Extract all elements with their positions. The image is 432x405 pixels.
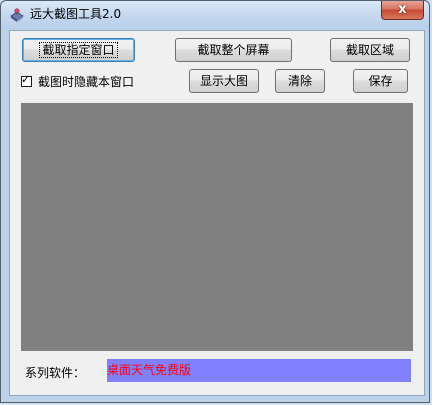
window-title: 远大截图工具2.0 (30, 7, 122, 21)
hide-window-checkbox[interactable]: ✓ (21, 72, 32, 87)
series-software-link[interactable]: 桌面天气免费版 (107, 359, 411, 382)
title-bar[interactable]: 远大截图工具2.0 x (1, 1, 429, 29)
capture-fullscreen-button[interactable]: 截取整个屏幕 (175, 38, 292, 62)
capture-fullscreen-label: 截取整个屏幕 (197, 43, 270, 57)
clear-button[interactable]: 清除 (275, 69, 325, 93)
client-area: 截取指定窗口 截取整个屏幕 截取区域 ✓ 截图时隐藏本窗口 显示大图 清除 保存… (9, 30, 425, 396)
capture-window-button[interactable]: 截取指定窗口 (22, 38, 135, 62)
series-label: 系列软件： (25, 366, 86, 380)
close-button[interactable]: x (381, 1, 424, 20)
check-icon: ✓ (21, 72, 31, 86)
app-icon (10, 8, 24, 22)
clear-label: 清除 (287, 74, 312, 88)
hide-window-option[interactable]: ✓ 截图时隐藏本窗口 (21, 72, 134, 90)
capture-region-label: 截取区域 (345, 43, 394, 57)
show-large-button[interactable]: 显示大图 (189, 69, 259, 93)
show-large-label: 显示大图 (199, 74, 248, 88)
capture-window-label: 截取指定窗口 (39, 42, 118, 58)
screenshot-preview[interactable] (21, 103, 413, 351)
save-label: 保存 (368, 74, 393, 88)
close-icon: x (398, 2, 407, 17)
save-button[interactable]: 保存 (353, 69, 408, 93)
app-window: 远大截图工具2.0 x 截取指定窗口 截取整个屏幕 截取区域 ✓ 截图时隐藏本窗… (0, 0, 430, 403)
hide-window-label: 截图时隐藏本窗口 (38, 74, 135, 89)
capture-region-button[interactable]: 截取区域 (330, 38, 410, 62)
